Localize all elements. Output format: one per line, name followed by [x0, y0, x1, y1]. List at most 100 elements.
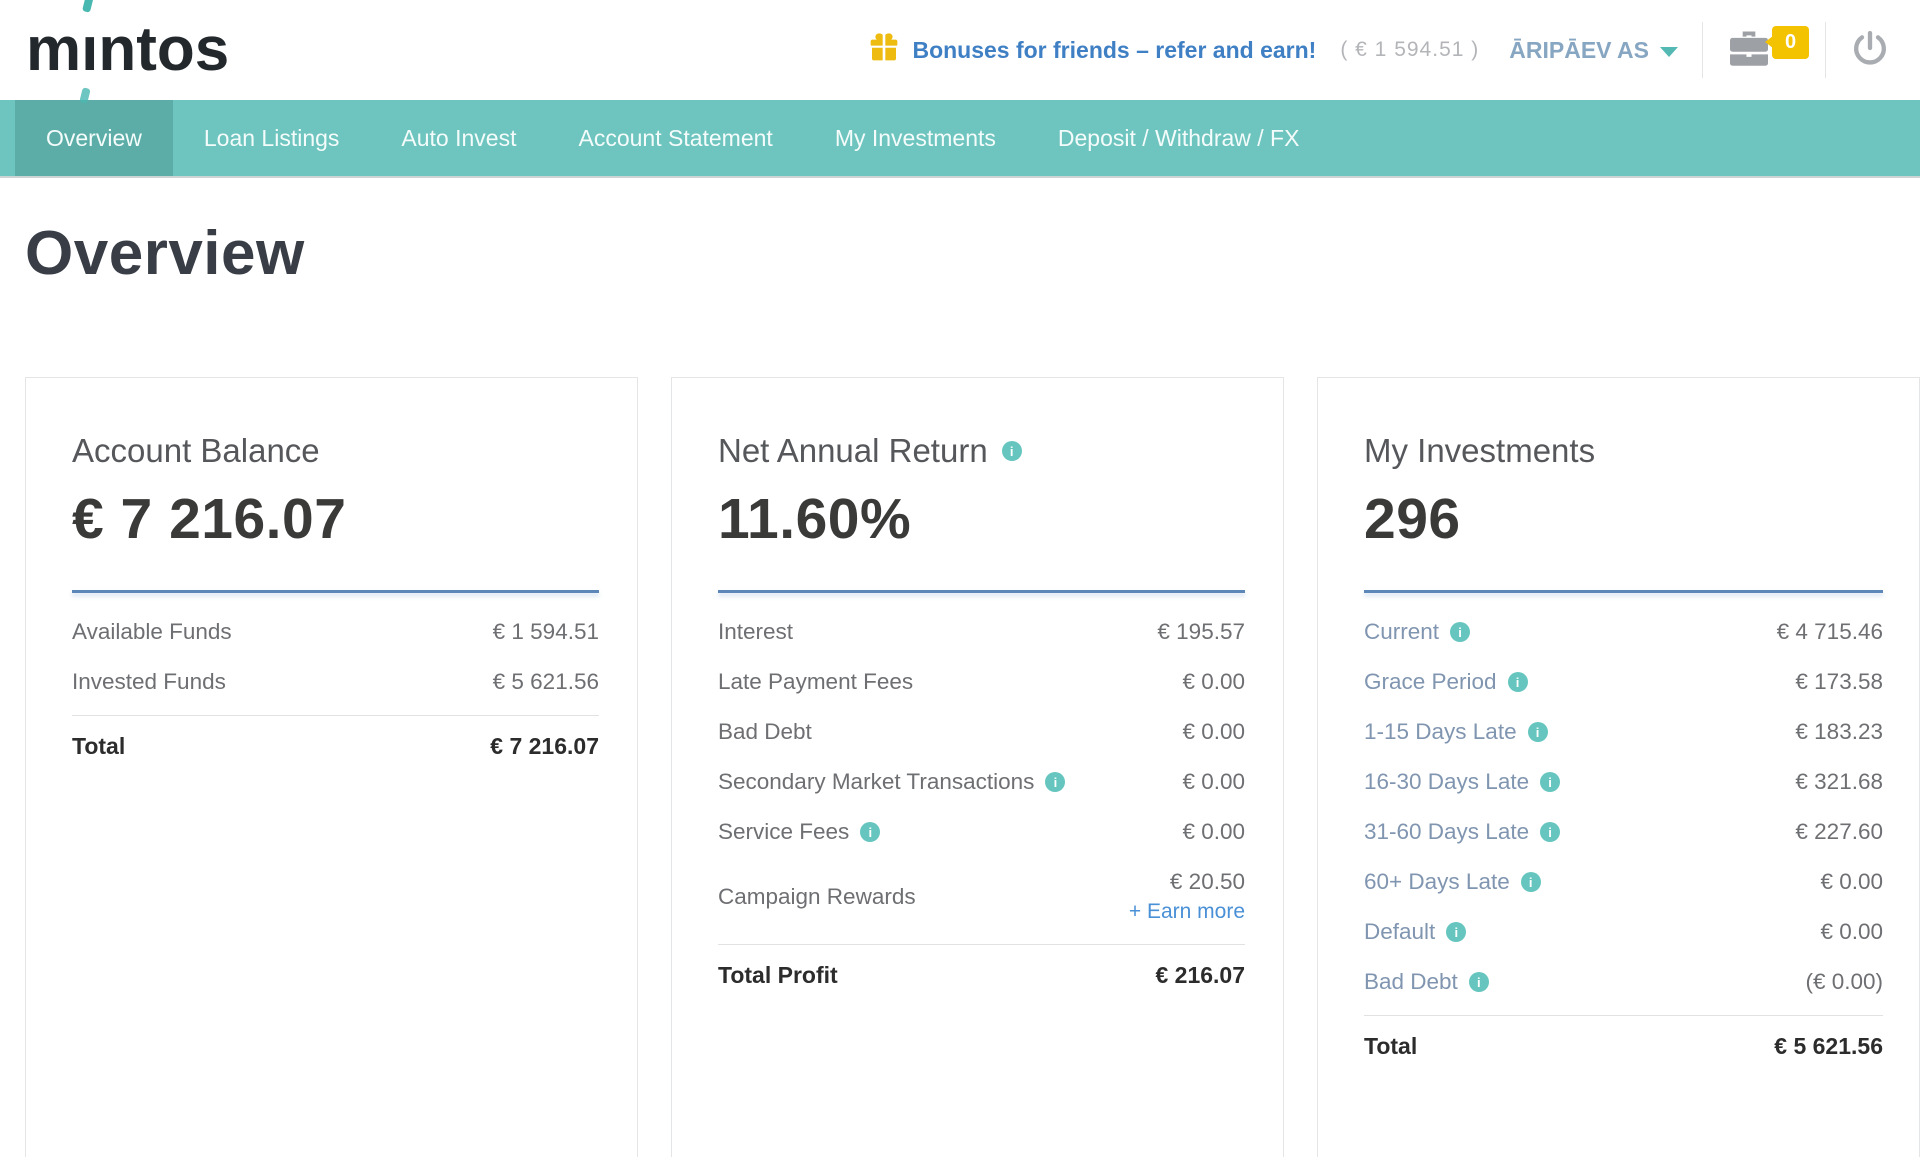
table-row: Available Funds € 1 594.51 — [72, 607, 599, 657]
row-label: Bad Debt — [718, 719, 812, 745]
row-value: € 195.57 — [1157, 619, 1245, 645]
info-icon[interactable]: i — [1521, 872, 1541, 892]
card-divider — [72, 590, 599, 593]
info-icon[interactable]: i — [1508, 672, 1528, 692]
info-icon[interactable]: i — [1446, 922, 1466, 942]
info-icon[interactable]: i — [860, 822, 880, 842]
wallet-balance: ( € 1 594.51 ) — [1340, 38, 1479, 62]
total-value: € 7 216.07 — [490, 733, 599, 760]
summary-cards: Account Balance € 7 216.07 Available Fun… — [25, 377, 1920, 1157]
earn-more-link[interactable]: + Earn more — [1129, 900, 1245, 924]
row-value: € 0.00 — [1820, 869, 1883, 895]
row-value: € 4 715.46 — [1777, 619, 1883, 645]
row-value: € 0.00 — [1182, 719, 1245, 745]
bonus-referral-link[interactable]: Bonuses for friends – refer and earn! — [868, 31, 1316, 69]
header-divider — [1825, 22, 1826, 78]
row-label[interactable]: 16-30 Days Late i — [1364, 769, 1560, 795]
row-label[interactable]: Default i — [1364, 919, 1466, 945]
my-investments-count: 296 — [1364, 486, 1883, 552]
power-icon — [1850, 28, 1890, 73]
table-row: Bad Debt i (€ 0.00) — [1364, 957, 1883, 1007]
header-divider — [1702, 22, 1703, 78]
info-icon[interactable]: i — [1469, 972, 1489, 992]
investment-cart-button[interactable]: 0 — [1727, 29, 1801, 72]
total-label: Total Profit — [718, 962, 838, 989]
table-row: 1-15 Days Late i € 183.23 — [1364, 707, 1883, 757]
info-icon[interactable]: i — [1528, 722, 1548, 742]
row-value: € 0.00 — [1820, 919, 1883, 945]
row-value: € 183.23 — [1795, 719, 1883, 745]
net-annual-return-value: 11.60% — [718, 486, 1245, 552]
row-label[interactable]: 31-60 Days Late i — [1364, 819, 1560, 845]
nav-item-my-investments[interactable]: My Investments — [804, 100, 1027, 176]
table-row: Secondary Market Transactions i € 0.00 — [718, 757, 1245, 807]
row-value: € 321.68 — [1795, 769, 1883, 795]
row-value: € 227.60 — [1795, 819, 1883, 845]
table-row: Campaign Rewards € 20.50 + Earn more — [718, 857, 1245, 936]
total-row: Total € 7 216.07 — [72, 715, 599, 777]
row-value: € 173.58 — [1795, 669, 1883, 695]
row-value: € 1 594.51 — [493, 619, 599, 645]
main-content: Overview Account Balance € 7 216.07 Avai… — [0, 218, 1920, 1157]
table-row: Invested Funds € 5 621.56 — [72, 657, 599, 707]
total-value: € 216.07 — [1155, 962, 1245, 989]
row-label[interactable]: Bad Debt i — [1364, 969, 1489, 995]
total-label: Total — [1364, 1033, 1417, 1060]
row-label: Invested Funds — [72, 669, 226, 695]
table-row: Late Payment Fees € 0.00 — [718, 657, 1245, 707]
logo-text: m — [26, 19, 81, 81]
row-label[interactable]: Grace Period i — [1364, 669, 1528, 695]
row-label: Secondary Market Transactions i — [718, 769, 1065, 795]
card-account-balance: Account Balance € 7 216.07 Available Fun… — [25, 377, 638, 1157]
nav-item-auto-invest[interactable]: Auto Invest — [370, 100, 547, 176]
card-my-investments: My Investments 296 Current i € 4 715.46 … — [1317, 377, 1920, 1157]
total-row: Total € 5 621.56 — [1364, 1015, 1883, 1077]
top-header: mıntos Bonuses for friends – refer and e… — [0, 0, 1920, 100]
nav-item-account-statement[interactable]: Account Statement — [547, 100, 803, 176]
row-label[interactable]: Current i — [1364, 619, 1470, 645]
table-row: Interest € 195.57 — [718, 607, 1245, 657]
card-net-annual-return: Net Annual Return i 11.60% Interest € 19… — [671, 377, 1284, 1157]
card-divider — [718, 590, 1245, 593]
table-row: Service Fees i € 0.00 — [718, 807, 1245, 857]
total-row: Total Profit € 216.07 — [718, 944, 1245, 1006]
nav-item-overview[interactable]: Overview — [15, 100, 173, 176]
table-row: Bad Debt € 0.00 — [718, 707, 1245, 757]
mintos-logo[interactable]: mıntos — [26, 19, 229, 81]
row-label[interactable]: 60+ Days Late i — [1364, 869, 1541, 895]
info-icon[interactable]: i — [1450, 622, 1470, 642]
table-row: Grace Period i € 173.58 — [1364, 657, 1883, 707]
logo-i-letter: ı — [81, 19, 98, 81]
row-label: Service Fees i — [718, 819, 880, 845]
row-value: € 5 621.56 — [493, 669, 599, 695]
table-row: 31-60 Days Late i € 227.60 — [1364, 807, 1883, 857]
row-value: € 0.00 — [1182, 819, 1245, 845]
logout-button[interactable] — [1850, 28, 1890, 73]
card-title: Account Balance — [72, 432, 599, 470]
header-right-group: Bonuses for friends – refer and earn! ( … — [868, 22, 1890, 78]
total-value: € 5 621.56 — [1774, 1033, 1883, 1060]
nav-item-loan-listings[interactable]: Loan Listings — [173, 100, 371, 176]
info-icon[interactable]: i — [1540, 772, 1560, 792]
row-label[interactable]: 1-15 Days Late i — [1364, 719, 1548, 745]
row-value: € 20.50 + Earn more — [1129, 869, 1245, 924]
table-row: 16-30 Days Late i € 321.68 — [1364, 757, 1883, 807]
page-title: Overview — [25, 218, 1920, 289]
account-balance-value: € 7 216.07 — [72, 486, 599, 552]
row-label: Available Funds — [72, 619, 232, 645]
account-name: ĀRIPĀEV AS — [1509, 37, 1649, 64]
table-row: 60+ Days Late i € 0.00 — [1364, 857, 1883, 907]
account-dropdown[interactable]: ĀRIPĀEV AS — [1509, 37, 1678, 64]
info-icon[interactable]: i — [1002, 441, 1022, 461]
row-value: (€ 0.00) — [1805, 969, 1883, 995]
nav-item-deposit-withdraw-fx[interactable]: Deposit / Withdraw / FX — [1027, 100, 1331, 176]
info-icon[interactable]: i — [1540, 822, 1560, 842]
row-label: Interest — [718, 619, 793, 645]
info-icon[interactable]: i — [1045, 772, 1065, 792]
card-rows: Current i € 4 715.46 Grace Period i € 17… — [1364, 607, 1883, 1007]
row-value: € 0.00 — [1182, 669, 1245, 695]
row-value: € 0.00 — [1182, 769, 1245, 795]
total-label: Total — [72, 733, 125, 760]
card-rows: Interest € 195.57 Late Payment Fees € 0.… — [718, 607, 1245, 936]
logo-teal-accent-top-icon — [82, 0, 94, 13]
